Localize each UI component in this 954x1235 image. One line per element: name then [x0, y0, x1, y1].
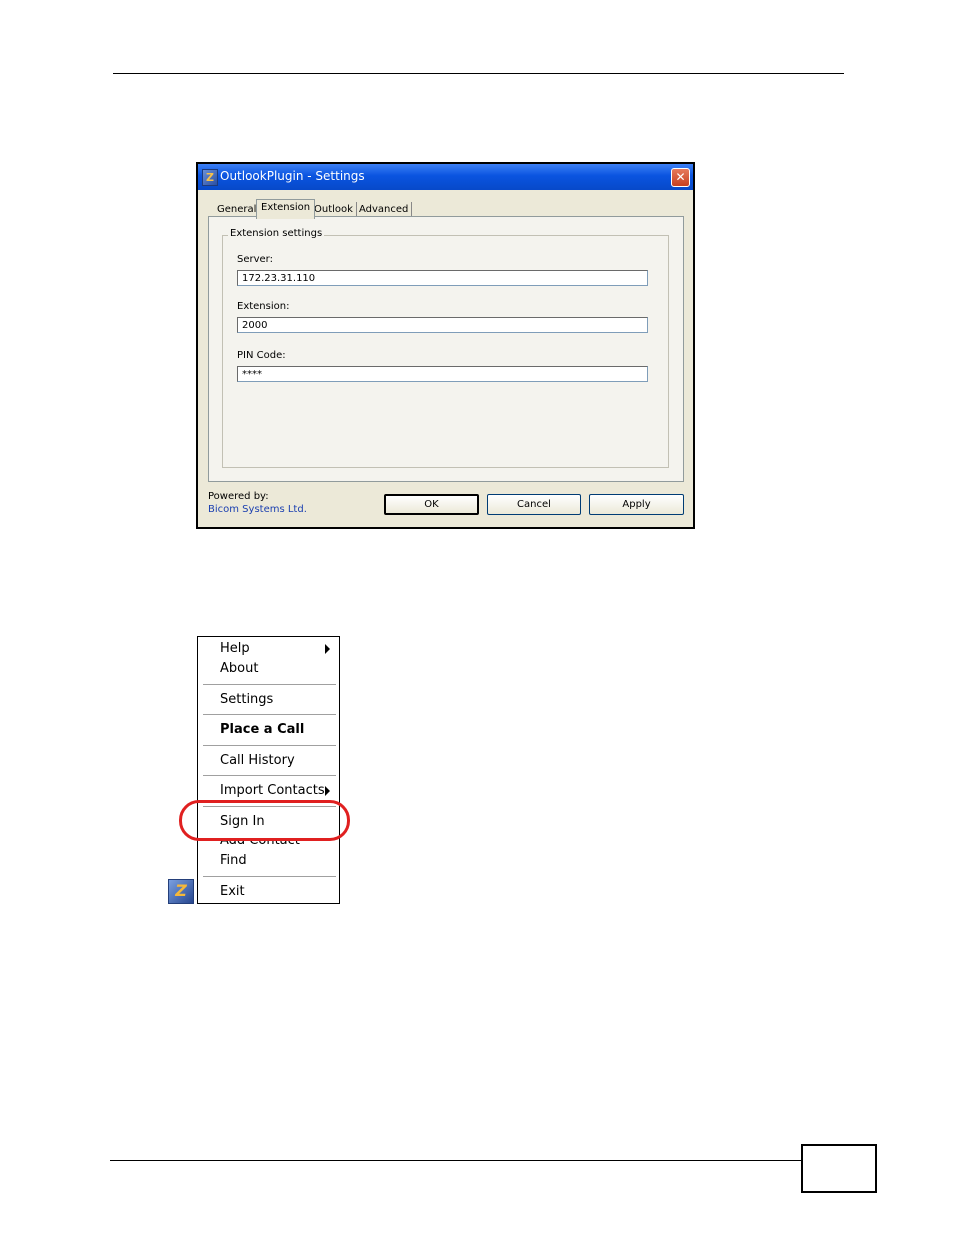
server-input[interactable]	[237, 270, 648, 286]
group-title: Extension settings	[228, 228, 325, 239]
extension-input[interactable]	[237, 317, 648, 333]
tab-extension[interactable]: Extension	[256, 199, 316, 219]
menu-separator	[203, 714, 336, 715]
menu-item-call-history[interactable]: Call History	[220, 753, 295, 768]
menu-item-find[interactable]: Find	[220, 853, 247, 868]
header-rule	[113, 73, 844, 74]
pin-code-label: PIN Code:	[237, 350, 286, 361]
pin-code-input[interactable]	[237, 366, 648, 382]
menu-item-import-contacts[interactable]: Import Contacts	[220, 783, 325, 798]
extension-settings-group: Extension settings Server: Extension: PI…	[222, 228, 669, 468]
menu-item-about[interactable]: About	[220, 661, 258, 676]
extension-tab-panel: Extension settings Server: Extension: PI…	[208, 216, 684, 482]
powered-by-label: Powered by:	[208, 491, 269, 502]
sign-in-highlight-ring	[179, 800, 350, 841]
menu-separator	[203, 775, 336, 776]
menu-separator	[203, 876, 336, 877]
extension-label: Extension:	[237, 301, 290, 312]
app-logo-icon: Z	[202, 169, 218, 186]
page-number-box	[801, 1144, 877, 1193]
menu-separator	[203, 684, 336, 685]
tray-app-icon[interactable]: Z	[168, 879, 194, 904]
menu-item-help[interactable]: Help	[220, 641, 250, 656]
submenu-arrow-icon	[325, 644, 330, 654]
server-label: Server:	[237, 254, 273, 265]
close-button[interactable]: ✕	[671, 168, 690, 187]
bicom-systems-link[interactable]: Bicom Systems Ltd.	[208, 504, 307, 515]
menu-item-exit[interactable]: Exit	[220, 884, 245, 899]
cancel-button[interactable]: Cancel	[487, 494, 581, 515]
footer-rule	[110, 1160, 802, 1161]
tray-context-menu: Help About Settings Place a Call Call Hi…	[197, 636, 340, 904]
dialog-title: OutlookPlugin - Settings	[220, 169, 365, 183]
apply-button[interactable]: Apply	[589, 494, 684, 515]
submenu-arrow-icon	[325, 786, 330, 796]
menu-item-settings[interactable]: Settings	[220, 692, 273, 707]
menu-separator	[203, 745, 336, 746]
dialog-titlebar[interactable]: Z OutlookPlugin - Settings ✕	[198, 164, 693, 190]
settings-dialog: Z OutlookPlugin - Settings ✕ General Ext…	[196, 162, 695, 529]
ok-button[interactable]: OK	[384, 494, 479, 515]
menu-item-place-a-call[interactable]: Place a Call	[220, 722, 304, 737]
